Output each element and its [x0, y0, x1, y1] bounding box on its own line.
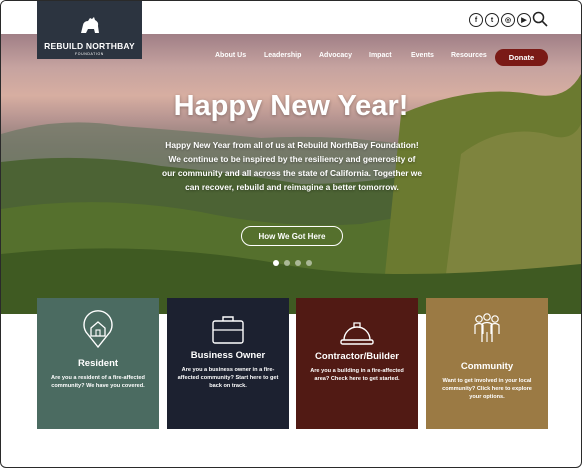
how-we-got-here-button[interactable]: How We Got Here	[241, 226, 343, 246]
people-icon	[474, 313, 500, 342]
nav-events[interactable]: Events	[411, 52, 434, 59]
card-text: Are you a building in a fire-affected ar…	[310, 368, 404, 382]
nav-about-us[interactable]: About Us	[215, 52, 246, 59]
hero-banner: About Us Leadership Advocacy Impact Even…	[1, 34, 581, 314]
nav-advocacy[interactable]: Advocacy	[319, 52, 352, 59]
card-title: Contractor/Builder	[315, 351, 399, 362]
resident-card[interactable]: Resident Are you a resident of a fire-af…	[37, 298, 159, 429]
hero-title: Happy New Year!	[173, 90, 409, 122]
card-title: Community	[460, 361, 514, 372]
slide-dot-2[interactable]	[284, 260, 290, 266]
brand-tagline: FOUNDATION	[75, 52, 104, 56]
slide-dot-1[interactable]	[273, 260, 279, 266]
donate-button[interactable]: Donate	[495, 49, 548, 66]
card-title: Business Owner	[190, 350, 266, 361]
search-icon[interactable]	[532, 11, 548, 27]
nav-resources[interactable]: Resources	[451, 52, 487, 59]
facebook-icon[interactable]: f	[469, 13, 483, 27]
instagram-icon[interactable]: ◎	[501, 13, 515, 27]
hard-hat-icon	[340, 322, 374, 345]
brand-name: REBUILD NORTHBAY	[44, 41, 135, 51]
briefcase-icon	[212, 316, 244, 344]
business-owner-card[interactable]: Business Owner Are you a business owner …	[167, 298, 289, 429]
slide-dot-3[interactable]	[295, 260, 301, 266]
bear-icon	[81, 17, 99, 33]
card-text: Are you a business owner in a fire-affec…	[177, 367, 279, 389]
browser-frame: f t ◎ ▶ REBUILD NORTHBAY FOUNDATION Abou…	[0, 0, 582, 468]
hero-text: Happy New Year from all of us at Rebuild…	[162, 140, 422, 192]
nav-impact[interactable]: Impact	[369, 52, 392, 59]
logo[interactable]: REBUILD NORTHBAY FOUNDATION	[37, 1, 142, 59]
nav-leadership[interactable]: Leadership	[264, 52, 301, 59]
youtube-icon[interactable]: ▶	[517, 13, 531, 27]
slide-dot-4[interactable]	[306, 260, 312, 266]
house-pin-icon	[83, 310, 113, 349]
twitter-icon[interactable]: t	[485, 13, 499, 27]
card-title: Resident	[77, 358, 119, 369]
card-text: Are you a resident of a fire-affected co…	[51, 375, 145, 389]
card-text: Want to get involved in your local commu…	[442, 378, 532, 400]
community-card[interactable]: Community Want to get involved in your l…	[426, 298, 548, 429]
contractor-builder-card[interactable]: Contractor/Builder Are you a building in…	[296, 298, 418, 429]
